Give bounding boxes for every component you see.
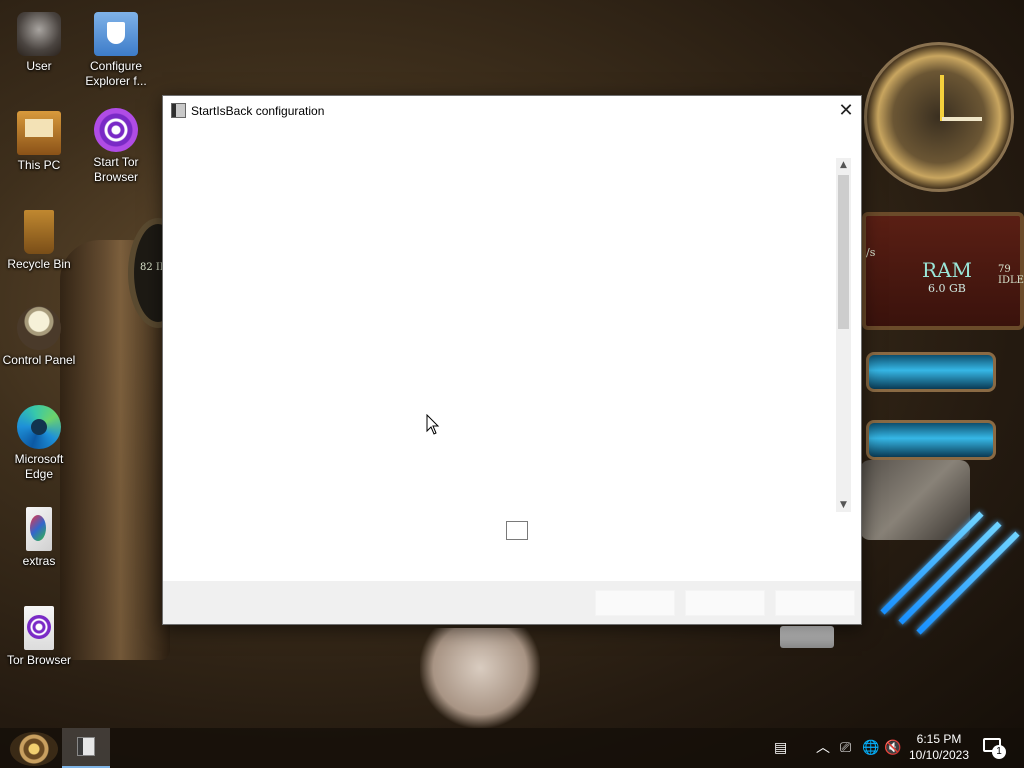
ram-widget: /s RAM 6.0 GB 79 IDLE [862,212,1024,330]
wallpaper-machine [860,460,970,540]
user-folder-icon [17,12,61,56]
scroll-down-arrow-icon[interactable]: ▼ [836,498,851,512]
wallpaper-tube-1 [866,352,996,392]
ram-label: RAM [922,258,972,282]
desktop-icon-extras[interactable]: extras [0,507,78,569]
start-button[interactable] [10,732,58,766]
startisback-taskbar-icon [77,737,95,756]
close-button[interactable]: ✕ [831,96,861,124]
dialog-button-bar [163,581,861,624]
tor-onion-icon [94,108,138,152]
shield-folder-icon [94,12,138,56]
clock-time: 6:15 PM [916,732,962,746]
wallpaper-hand [420,628,540,728]
apply-button[interactable] [775,590,855,616]
desktop-icon-start-tor-browser[interactable]: Start Tor Browser [77,108,155,185]
taskbar-app-startisback[interactable] [62,728,110,768]
desktop-icon-user[interactable]: User [0,12,78,74]
wallpaper-lamp [780,626,834,648]
desktop-icon-label: Tor Browser [6,653,71,667]
cancel-button[interactable] [685,590,765,616]
desktop-icon-this-pc[interactable]: This PC [0,111,78,173]
notification-center-button[interactable]: 1 [980,736,1006,760]
desktop-icon-control-panel[interactable]: Control Panel [0,306,78,368]
news-icon[interactable]: ▤ [774,738,787,758]
clock-date: 10/10/2023 [908,748,970,762]
empty-checkbox[interactable] [506,521,528,540]
scrollbar-thumb[interactable] [838,175,849,329]
edge-icon [17,405,61,449]
desktop-icon-label: Microsoft Edge [14,452,64,481]
ram-value: 6.0 GB [928,282,966,295]
desktop-icon-label: Control Panel [2,353,76,367]
desktop-icon-recycle-bin[interactable]: Recycle Bin [0,210,78,272]
desktop-icon-label: extras [22,554,56,568]
ok-button[interactable] [595,590,675,616]
wallpaper-neon-3 [916,531,1020,635]
notification-count: 1 [992,745,1006,759]
startisback-config-window: StartIsBack configuration ✕ ▲ ▼ [162,95,862,625]
volume-muted-icon[interactable]: 🔇 [884,738,901,758]
taskbar: ▤ ︿ ⎚ 🌐 🔇 6:15 PM 10/10/2023 1 [0,728,1024,768]
network-icon[interactable]: 🌐 [862,738,879,758]
clock-minute-hand [942,117,982,121]
clock-hour-hand [940,75,944,121]
show-hidden-icons-chevron-icon[interactable]: ︿ [816,738,830,758]
window-title: StartIsBack configuration [191,104,325,118]
extras-file-icon [26,507,52,551]
wallpaper-tube-2 [866,420,996,460]
scroll-up-arrow-icon[interactable]: ▲ [836,158,851,172]
desktop-icon-label: Start Tor Browser [93,155,139,184]
computer-icon [17,111,61,155]
desktop-icon-label: Configure Explorer f... [85,59,147,88]
desktop-icon-configure-explorer[interactable]: Configure Explorer f... [77,12,155,89]
title-bar[interactable]: StartIsBack configuration ✕ [163,96,861,126]
desktop-icon-label: Recycle Bin [7,257,71,271]
tor-file-icon [24,606,54,650]
desktop-icon-label: This PC [17,158,61,172]
desktop-icon-label: User [26,59,52,73]
recycle-bin-icon [24,210,54,254]
gauge-right-text: 79 IDLE [998,264,1024,286]
desktop-icon-microsoft-edge[interactable]: Microsoft Edge [0,405,78,482]
taskbar-clock[interactable]: 6:15 PM 10/10/2023 [904,731,974,763]
startisback-app-icon [171,103,186,118]
desktop-icon-tor-browser[interactable]: Tor Browser [0,606,78,668]
control-panel-icon [17,306,61,350]
gauge-partial-text: /s [866,246,876,259]
clock-widget [864,42,1014,192]
vertical-scrollbar[interactable]: ▲ ▼ [836,158,851,512]
camera-icon[interactable]: ⎚ [840,738,851,758]
